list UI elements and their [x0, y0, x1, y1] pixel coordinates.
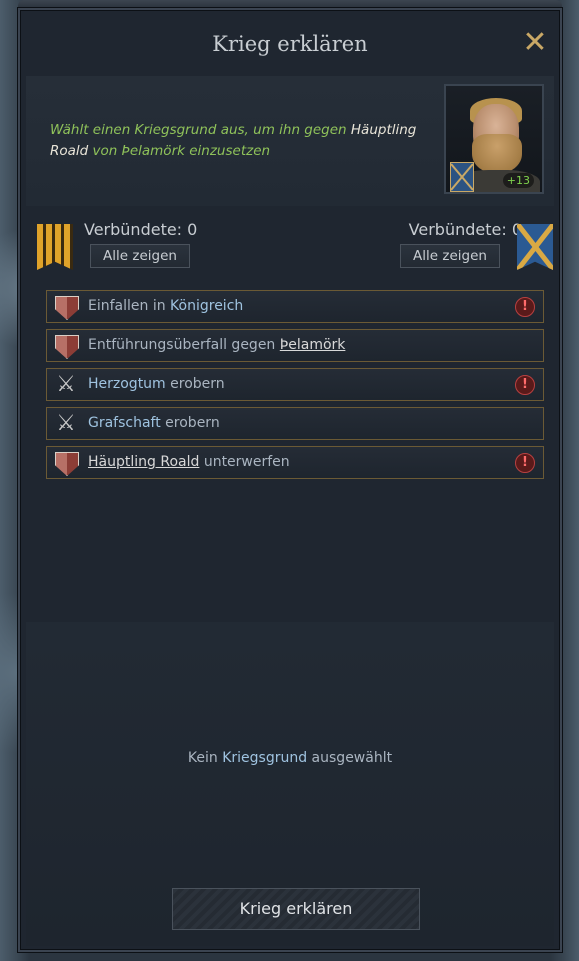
target-allies-label: Verbündete: 0	[408, 220, 522, 239]
target-coat-of-arms-icon[interactable]	[517, 224, 553, 270]
casus-belli-item[interactable]: ⚔ Grafschaft erobern	[46, 407, 544, 440]
casus-belli-item[interactable]: Häuptling Roald unterwerfen !	[46, 446, 544, 479]
casus-belli-item[interactable]: Einfallen in Königreich !	[46, 290, 544, 323]
shield-icon	[55, 335, 79, 359]
show-target-allies-button[interactable]: Alle zeigen	[400, 244, 500, 268]
casus-belli-label: Entführungsüberfall gegen Þelamörk	[88, 337, 346, 353]
casus-belli-item[interactable]: ⚔ Herzogtum erobern !	[46, 368, 544, 401]
close-button[interactable]: ✕	[522, 28, 548, 58]
warning-icon[interactable]: !	[515, 375, 535, 395]
crossed-swords-icon: ⚔	[56, 372, 76, 397]
coat-of-arms-icon[interactable]	[450, 162, 474, 192]
shield-icon	[55, 452, 79, 476]
casus-belli-label: Häuptling Roald unterwerfen	[88, 454, 290, 470]
warning-icon[interactable]: !	[515, 297, 535, 317]
title-link[interactable]: Þelamörk	[280, 337, 346, 353]
window-title: Krieg erklären	[212, 32, 368, 56]
own-allies-label: Verbündete: 0	[84, 220, 198, 239]
warning-icon[interactable]: !	[515, 453, 535, 473]
casus-belli-description: Wählt einen Kriegsgrund aus, um ihn gege…	[50, 120, 440, 162]
allies-row: Verbündete: 0 Alle zeigen Verbündete: 0 …	[20, 220, 560, 280]
no-casus-belli-message: Kein Kriegsgrund ausgewählt	[187, 750, 393, 766]
crossed-swords-icon: ⚔	[56, 411, 76, 436]
own-coat-of-arms-icon[interactable]	[37, 224, 73, 270]
casus-belli-label: Einfallen in Königreich	[88, 298, 244, 314]
description-prefix: Wählt einen Kriegsgrund aus, um ihn gege…	[50, 122, 351, 138]
declare-war-button[interactable]: Krieg erklären	[172, 888, 420, 930]
description-suffix: von Þelamörk einzusetzen	[88, 143, 271, 159]
casus-belli-label: Grafschaft erobern	[88, 415, 220, 431]
casus-belli-label: Herzogtum erobern	[88, 376, 225, 392]
casus-belli-item[interactable]: Entführungsüberfall gegen Þelamörk	[46, 329, 544, 362]
declare-war-window: Krieg erklären ✕ Wählt einen Kriegsgrund…	[18, 8, 562, 952]
target-portrait[interactable]: +13	[444, 84, 544, 194]
shield-icon	[55, 296, 79, 320]
show-own-allies-button[interactable]: Alle zeigen	[90, 244, 190, 268]
casus-belli-list: Einfallen in Königreich ! Entführungsübe…	[46, 290, 544, 485]
character-link[interactable]: Häuptling Roald	[88, 454, 199, 470]
close-icon: ✕	[522, 25, 548, 60]
opinion-badge: +13	[502, 173, 534, 188]
portrait-beard	[472, 134, 522, 174]
